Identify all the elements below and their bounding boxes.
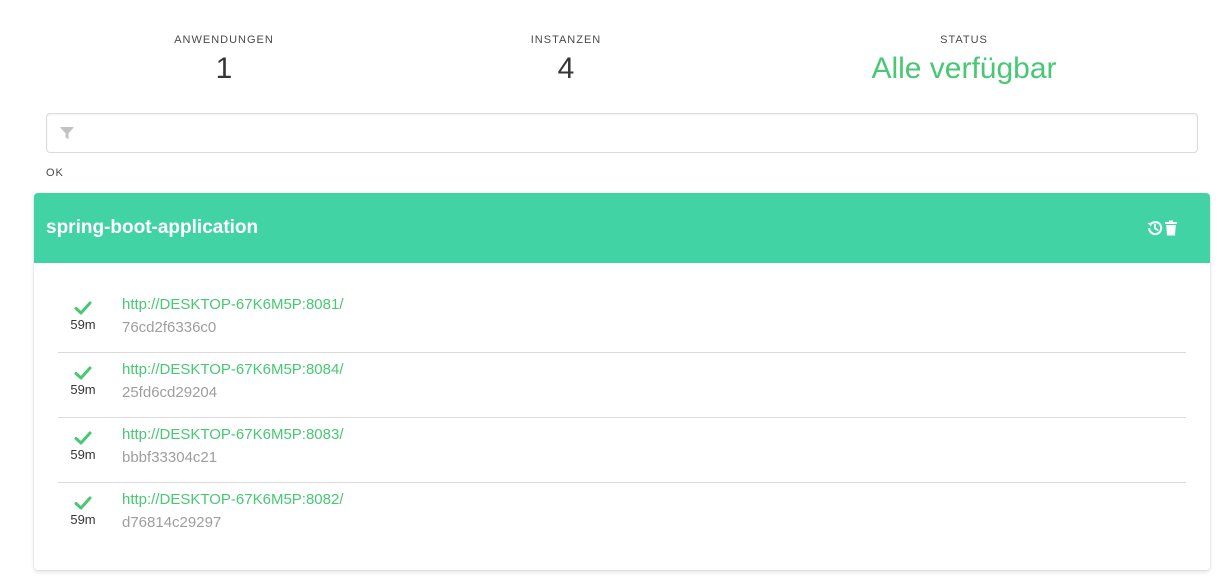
filter-input[interactable]	[83, 114, 1187, 152]
instances-count: 4	[557, 52, 575, 85]
instance-url-link[interactable]: http://DESKTOP-67K6M5P:8081/	[122, 296, 344, 314]
instance-url-link[interactable]: http://DESKTOP-67K6M5P:8083/	[122, 426, 344, 444]
instance-url-link[interactable]: http://DESKTOP-67K6M5P:8082/	[122, 491, 344, 509]
instance-status: 59m	[58, 300, 108, 333]
check-icon	[74, 366, 92, 380]
instance-status: 59m	[58, 430, 108, 463]
check-icon	[74, 301, 92, 315]
instance-uptime: 59m	[70, 512, 96, 527]
instance-status: 59m	[58, 365, 108, 398]
instance-id: d76814c29297	[122, 514, 222, 531]
status-group-label: OK	[46, 167, 64, 179]
instance-row[interactable]: 59m http://DESKTOP-67K6M5P:8081/ 76cd2f6…	[58, 288, 1186, 353]
instances-label: INSTANZEN	[530, 34, 602, 46]
instance-id: 25fd6cd29204	[122, 384, 218, 401]
trash-icon[interactable]	[1162, 219, 1180, 237]
applications-label: ANWENDUNGEN	[174, 34, 274, 46]
applications-stat: ANWENDUNGEN 1	[124, 33, 324, 89]
instance-uptime: 59m	[70, 447, 96, 462]
instance-uptime: 59m	[70, 317, 96, 332]
filter-field[interactable]	[46, 113, 1198, 153]
filter-icon	[60, 127, 74, 139]
check-icon	[74, 496, 92, 510]
instances-stat: INSTANZEN 4	[466, 33, 666, 89]
instance-uptime: 59m	[70, 382, 96, 397]
application-header[interactable]: spring-boot-application	[34, 193, 1210, 263]
instance-row[interactable]: 59m http://DESKTOP-67K6M5P:8083/ bbbf333…	[58, 418, 1186, 483]
application-card: spring-boot-application 59m http://DESKT…	[34, 193, 1210, 570]
status-stat: STATUS Alle verfügbar	[814, 33, 1114, 89]
status-label: STATUS	[940, 34, 988, 46]
instance-list: 59m http://DESKTOP-67K6M5P:8081/ 76cd2f6…	[58, 288, 1186, 547]
instance-id: 76cd2f6336c0	[122, 319, 217, 336]
instance-status: 59m	[58, 495, 108, 528]
summary-stats: ANWENDUNGEN 1 INSTANZEN 4 STATUS Alle ve…	[0, 0, 1220, 100]
status-value: Alle verfügbar	[871, 52, 1057, 85]
instance-url-link[interactable]: http://DESKTOP-67K6M5P:8084/	[122, 361, 344, 379]
instance-row[interactable]: 59m http://DESKTOP-67K6M5P:8084/ 25fd6cd…	[58, 353, 1186, 418]
applications-count: 1	[215, 52, 233, 85]
check-icon	[74, 431, 92, 445]
application-name: spring-boot-application	[46, 217, 259, 238]
instance-row[interactable]: 59m http://DESKTOP-67K6M5P:8082/ d76814c…	[58, 483, 1186, 547]
instance-id: bbbf33304c21	[122, 449, 218, 466]
